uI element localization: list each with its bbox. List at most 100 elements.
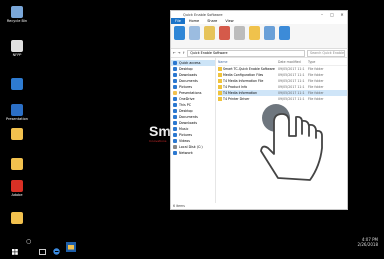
nav-item-icon [173,145,177,149]
tab-file[interactable]: File [171,18,185,24]
nav-item-icon [173,79,177,83]
nav-item-label: Pictures [179,85,193,89]
file-type: File folder [308,85,324,89]
new-folder-icon[interactable] [249,26,260,40]
system-tray[interactable]: 4:07 PM 2/26/2018 [357,237,378,247]
nav-item-label: OneDrive [179,97,195,101]
touch-hand-icon [256,96,336,192]
nav-item-icon [173,133,177,137]
file-date: 09/05/2017 11:1 [278,79,305,83]
file-name-cell: T4 Media Information [218,91,278,95]
up-arrow-icon[interactable]: ↑ [183,51,186,55]
pin-to-quick-access-icon[interactable] [174,26,185,40]
taskbar: ○ 4:07 PM 2/26/2018 [0,226,384,259]
nav-item-icon [173,61,177,65]
file-date: 09/05/2017 11:1 [278,91,305,95]
forward-arrow-icon[interactable]: → [178,51,181,55]
task-view-icon[interactable] [39,240,46,259]
copy-icon[interactable] [189,26,200,40]
nav-item-icon [173,115,177,119]
file-list-header: Name Date modified Type [218,58,347,66]
column-header-date[interactable]: Date modified [278,60,308,64]
nav-item-icon [173,151,177,155]
paste-icon[interactable] [204,26,215,40]
minimize-icon[interactable]: – [317,12,327,17]
file-name: Media Configuration Files [223,73,264,77]
desktop-icon[interactable]: NFPP [6,40,28,57]
tab-view[interactable]: View [221,18,237,24]
file-name: T4 Product Info [223,85,248,89]
maximize-icon[interactable]: □ [327,12,337,17]
screenshot: Recycle Bin NFPP Presentation Adobe Sma Inn… [0,0,384,259]
nav-item[interactable]: Network [171,150,215,156]
file-explorer-taskbar-icon[interactable] [66,237,76,256]
file-name-cell: T4 Product Info [218,85,278,89]
search-icon[interactable]: ○ [26,238,31,245]
tab-home[interactable]: Home [185,18,203,24]
desktop-icon-glyph [11,180,23,192]
nav-item-label: Videos [179,139,190,143]
desktop-icon-glyph [11,212,23,224]
file-type: File folder [308,73,324,77]
folder-icon [218,79,222,83]
search-input[interactable]: Search Quick Enable Software [307,49,345,57]
nav-item-label: Pictures [179,133,193,137]
nav-item-label: Quick access [179,61,201,65]
windows-start-icon[interactable] [12,240,18,259]
nav-item-label: Downloads [179,121,198,125]
address-bar: ← → ↑ Quick Enable Software Search Quick… [171,49,347,58]
delete-icon[interactable] [219,26,230,40]
nav-item-icon [173,97,177,101]
nav-item-label: Desktop [179,109,193,113]
folder-icon [218,67,222,71]
window-title: Quick Enable Software [183,12,223,17]
window-titlebar[interactable]: Quick Enable Software – □ ✕ [171,11,347,18]
desktop-icon[interactable]: Recycle Bin [6,6,28,23]
column-header-name[interactable]: Name [218,60,278,64]
file-name: Smart TC-Quick Enable Software [223,67,275,71]
desktop-icon[interactable]: Presentation [6,104,28,121]
nav-item-label: Music [179,127,189,131]
desktop-icon[interactable] [6,128,28,141]
desktop-icon-label: Recycle Bin [6,19,28,23]
nav-item-icon [173,85,177,89]
file-name-cell: Media Configuration Files [218,73,278,77]
file-name: T4 Media Information File [223,79,264,83]
desktop-icon[interactable] [6,212,28,225]
file-type: File folder [308,91,324,95]
status-bar: 6 items [173,204,185,208]
desktop-icon[interactable] [6,158,28,171]
desktop-icon-label: NFPP [12,53,22,57]
desktop-brand-subtext: Innovations [149,139,167,143]
nav-item-label: Documents [179,79,198,83]
select-all-icon[interactable] [279,26,290,40]
folder-icon [218,73,222,77]
desktop-icon[interactable] [6,78,28,91]
edge-browser-icon[interactable] [53,240,60,259]
desktop-icon-glyph [11,78,23,90]
desktop-icon[interactable]: Adobe [6,180,28,197]
desktop-icon-glyph [11,158,23,170]
nav-item-label: This PC [179,103,192,107]
nav-item-icon [173,121,177,125]
properties-icon[interactable] [264,26,275,40]
rename-icon[interactable] [234,26,245,40]
address-path[interactable]: Quick Enable Software [187,49,305,57]
file-date: 09/05/2017 11:1 [278,85,305,89]
folder-icon [218,97,222,101]
column-header-type[interactable]: Type [308,60,338,64]
file-date: 09/05/2017 11:1 [278,67,305,71]
nav-item-icon [173,127,177,131]
desktop-icon-glyph [11,40,23,52]
nav-item-label: Desktop [179,67,193,71]
tray-date: 2/26/2018 [357,242,378,247]
desktop: Recycle Bin NFPP Presentation Adobe Sma Inn… [0,0,384,226]
nav-item-label: Local Disk (C:) [179,145,203,149]
file-name-cell: Smart TC-Quick Enable Software [218,67,278,71]
nav-item-label: Presentations [179,91,202,95]
desktop-icon-glyph [11,6,23,18]
close-icon[interactable]: ✕ [337,12,347,17]
tab-share[interactable]: Share [203,18,221,24]
folder-icon [218,91,222,95]
back-arrow-icon[interactable]: ← [173,51,176,55]
